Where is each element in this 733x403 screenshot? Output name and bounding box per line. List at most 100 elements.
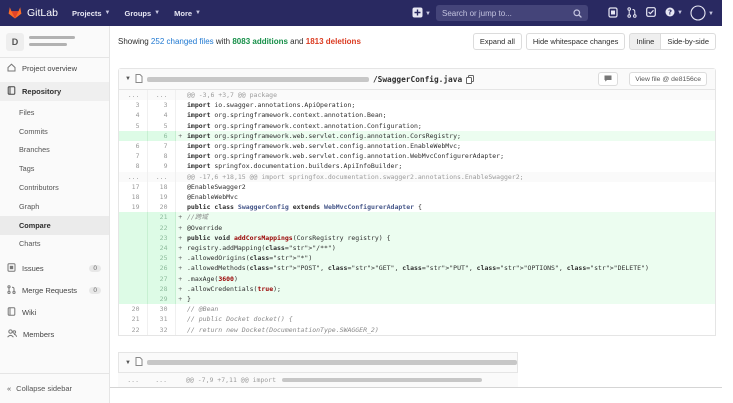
new-line-number[interactable]: 21: [147, 212, 176, 223]
new-line-number[interactable]: 20: [147, 202, 176, 213]
merge-requests-nav-button[interactable]: [627, 7, 637, 20]
old-line-number[interactable]: [119, 283, 148, 295]
file-name[interactable]: /SwaggerConfig.java: [373, 75, 462, 84]
new-line-number[interactable]: 18: [147, 181, 176, 193]
toggle-comments-button[interactable]: [598, 72, 618, 86]
sidebar-subitem-charts[interactable]: Charts: [0, 235, 109, 254]
new-line-number[interactable]: 24: [147, 243, 176, 254]
code-line: registry.addMapping(class="str">"/**"): [185, 243, 715, 254]
new-line-number[interactable]: ...: [147, 90, 176, 101]
sidebar-item-repository[interactable]: Repository: [0, 82, 109, 101]
expand-all-button[interactable]: Expand all: [472, 32, 522, 50]
summary-and: and: [290, 36, 304, 46]
old-line-number[interactable]: [119, 222, 148, 233]
view-file-button[interactable]: View file @ de8156ce: [629, 72, 707, 86]
old-line-number[interactable]: [119, 243, 148, 254]
old-line-number[interactable]: 20: [119, 304, 148, 315]
new-line-number[interactable]: 23: [147, 232, 176, 244]
sidebar-subitem-graph[interactable]: Graph: [0, 197, 109, 216]
old-line-number[interactable]: 19: [119, 202, 148, 213]
new-line-number[interactable]: ...: [147, 171, 176, 182]
old-line-number[interactable]: 7: [119, 151, 148, 162]
collapse-file-toggle[interactable]: ▼: [125, 360, 131, 366]
collapse-file-toggle[interactable]: ▼: [125, 76, 131, 82]
diff-sign: +: [175, 232, 185, 244]
new-line-number[interactable]: 3: [147, 100, 176, 111]
project-header[interactable]: D: [0, 26, 109, 58]
new-line-number[interactable]: 26: [147, 263, 176, 274]
old-line-number[interactable]: [119, 130, 148, 142]
nav-projects[interactable]: Projects ▼: [72, 9, 111, 18]
hunk-header: @@ -7,9 +7,11 @@ import: [186, 376, 277, 384]
sidebar-subitem-branches[interactable]: Branches: [0, 141, 109, 160]
code-line: @@ -3,6 +3,7 @@ package: [185, 90, 715, 101]
gitlab-home-link[interactable]: GitLab: [8, 6, 58, 21]
collapse-sidebar-button[interactable]: « Collapse sidebar: [0, 373, 110, 403]
new-line-number[interactable]: 4: [147, 110, 176, 121]
new-line-number[interactable]: 7: [147, 141, 176, 152]
changed-files-toggle[interactable]: 252 changed files: [151, 37, 214, 46]
new-line-number[interactable]: 28: [147, 283, 176, 295]
inline-view-button[interactable]: Inline: [629, 32, 662, 50]
code-line: @Override: [185, 222, 715, 233]
user-menu-button[interactable]: ▼: [690, 5, 714, 23]
old-line-number[interactable]: 21: [119, 314, 148, 325]
new-line-number[interactable]: 25: [147, 253, 176, 264]
sidebar-subitem-commits[interactable]: Commits: [0, 122, 109, 141]
new-line-number[interactable]: 30: [147, 304, 176, 315]
sidebar-item-merge-requests[interactable]: Merge Requests 0: [0, 281, 109, 300]
diff-sign: [175, 151, 185, 161]
old-line-number[interactable]: [119, 212, 148, 223]
new-dropdown-button[interactable]: ▼: [412, 7, 431, 20]
file-path-redacted: [146, 76, 369, 82]
new-line-number[interactable]: 9: [147, 161, 176, 172]
diff-sign: +: [175, 273, 185, 284]
new-line-number[interactable]: 32: [147, 324, 176, 335]
side-by-side-view-button[interactable]: Side-by-side: [661, 32, 716, 50]
added-line: 27 + .maxAge(3600): [119, 273, 715, 284]
hide-whitespace-button[interactable]: Hide whitespace changes: [525, 32, 626, 50]
old-line-number[interactable]: 8: [119, 161, 148, 172]
old-line-number[interactable]: 22: [119, 324, 148, 335]
sidebar-subitem-contributors[interactable]: Contributors: [0, 178, 109, 197]
new-line-number[interactable]: 8: [147, 151, 176, 162]
old-line-number[interactable]: [119, 294, 148, 305]
users-icon: [7, 329, 18, 340]
help-dropdown-button[interactable]: ? ▼: [665, 7, 683, 19]
old-line-number[interactable]: [119, 253, 148, 264]
old-line-number[interactable]: 18: [119, 192, 148, 203]
sidebar-subitem-tags[interactable]: Tags: [0, 159, 109, 178]
sidebar-item-members[interactable]: Members: [0, 325, 109, 344]
issues-nav-button[interactable]: [608, 7, 618, 20]
old-line-number[interactable]: [119, 273, 148, 284]
old-line-number[interactable]: ...: [119, 171, 148, 182]
sidebar-item-overview[interactable]: Project overview: [0, 59, 109, 78]
diff-file-header: ▼ /SwaggerConfig.java View file @ de8156…: [119, 69, 715, 90]
old-line-number[interactable]: ...: [119, 90, 148, 101]
new-line-number[interactable]: 6: [147, 130, 176, 142]
old-line-number[interactable]: 3: [119, 100, 148, 111]
new-line-number[interactable]: 29: [147, 294, 176, 305]
sidebar-item-issues[interactable]: Issues 0: [0, 259, 109, 278]
search-input[interactable]: Search or jump to...: [436, 5, 588, 21]
diff-sign: +: [175, 294, 185, 305]
new-line-number[interactable]: 5: [147, 120, 176, 131]
sidebar-item-label: Members: [23, 330, 55, 340]
old-line-number[interactable]: 6: [119, 141, 148, 152]
copy-icon[interactable]: [466, 74, 475, 84]
old-line-number[interactable]: [119, 232, 148, 244]
old-line-number[interactable]: 4: [119, 110, 148, 121]
sidebar-subitem-compare[interactable]: Compare: [0, 215, 109, 235]
nav-more[interactable]: More ▼: [174, 9, 201, 18]
new-line-number[interactable]: 27: [147, 273, 176, 284]
old-line-number[interactable]: [119, 263, 148, 274]
nav-groups[interactable]: Groups ▼: [125, 9, 161, 18]
todos-nav-button[interactable]: [646, 7, 656, 19]
sidebar-subitem-files[interactable]: Files: [0, 103, 109, 122]
new-line-number[interactable]: 22: [147, 222, 176, 233]
new-line-number[interactable]: 31: [147, 314, 176, 325]
old-line-number[interactable]: 5: [119, 120, 148, 131]
new-line-number[interactable]: 19: [147, 192, 176, 203]
old-line-number[interactable]: 17: [119, 181, 148, 193]
sidebar-item-wiki[interactable]: Wiki: [0, 303, 109, 322]
